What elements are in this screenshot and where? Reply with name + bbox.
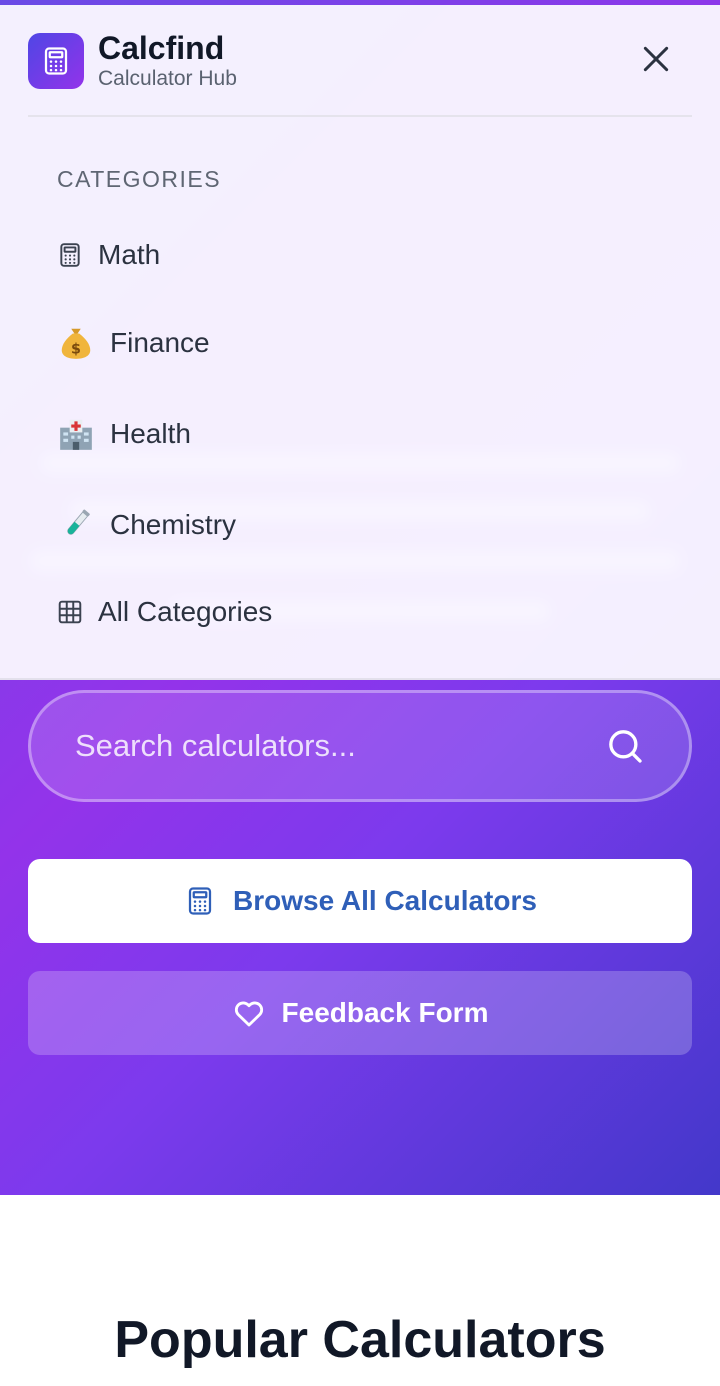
feedback-form-button[interactable]: Feedback Form <box>28 971 692 1055</box>
svg-text:$: $ <box>71 341 81 357</box>
money-bag-icon: $ <box>56 323 96 363</box>
menu-item-all-categories[interactable]: All Categories <box>56 596 272 628</box>
calculator-logo-icon <box>28 32 84 89</box>
calculator-icon <box>183 884 217 918</box>
menu-item-label: Finance <box>110 327 210 358</box>
brand-name: Calcfind <box>98 30 225 66</box>
menu-item-label: All Categories <box>98 596 273 627</box>
drawer-divider <box>28 115 692 117</box>
close-icon <box>643 46 669 72</box>
search-input[interactable] <box>75 728 605 764</box>
menu-item-chemistry[interactable]: Chemistry <box>56 505 236 545</box>
brand-subtitle: Calculator Hub <box>98 67 237 90</box>
menu-item-health[interactable]: Health <box>56 414 191 454</box>
navigation-drawer: Calcfind Calculator Hub CATEGORIES Math … <box>0 5 720 680</box>
menu-item-label: Math <box>98 239 161 270</box>
feedback-form-label: Feedback Form <box>281 997 489 1028</box>
grid-icon <box>56 598 84 626</box>
menu-item-label: Health <box>110 418 191 449</box>
search-icon[interactable] <box>605 726 645 766</box>
heart-icon <box>232 996 266 1030</box>
close-menu-button[interactable] <box>632 35 680 83</box>
test-tube-icon <box>56 505 96 545</box>
popular-calculators-heading: Popular Calculators <box>114 1311 606 1369</box>
menu-item-label: Chemistry <box>110 509 237 540</box>
search-bar[interactable] <box>28 690 692 802</box>
browse-all-calculators-button[interactable]: Browse All Calculators <box>28 859 692 943</box>
menu-item-math[interactable]: Math <box>56 239 160 271</box>
browse-all-calculators-label: Browse All Calculators <box>233 885 537 916</box>
hospital-icon <box>56 414 96 454</box>
calculator-icon <box>56 241 84 269</box>
categories-heading: CATEGORIES <box>57 166 222 192</box>
brand[interactable]: Calcfind Calculator Hub <box>28 32 237 89</box>
menu-item-finance[interactable]: $ Finance <box>56 323 210 363</box>
